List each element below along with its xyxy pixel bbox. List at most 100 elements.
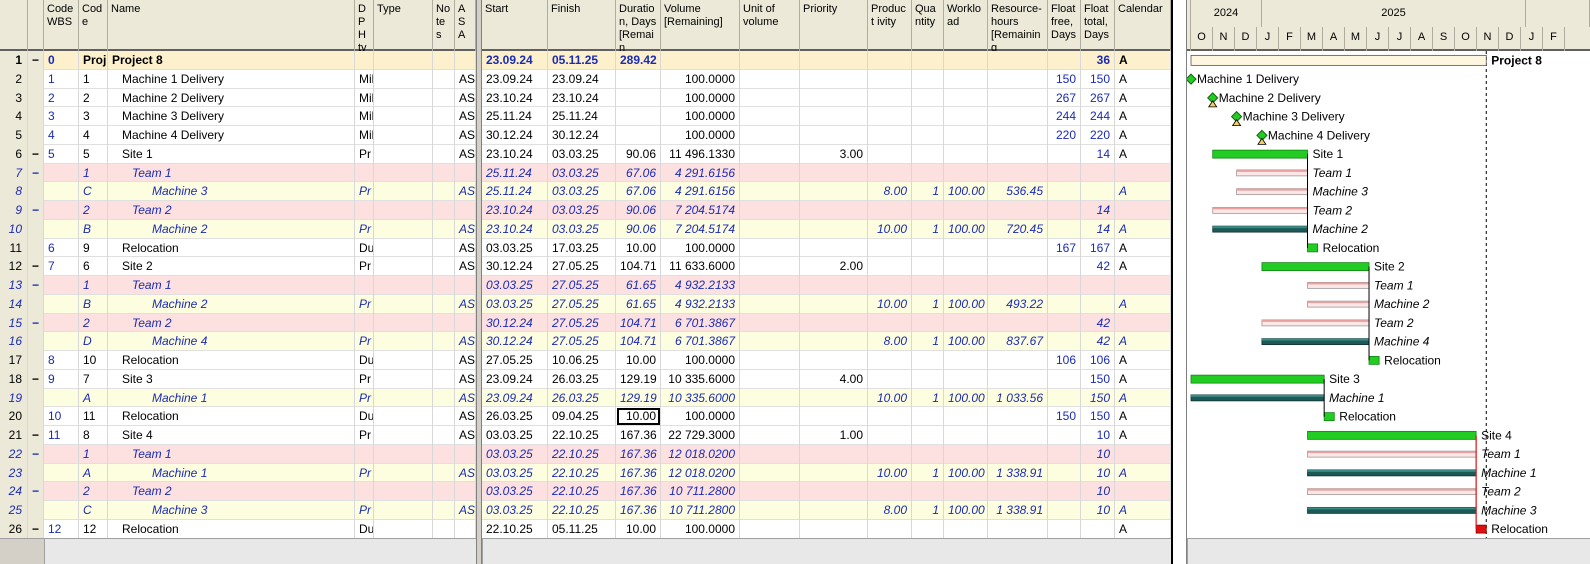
col-header-num[interactable]: [0, 0, 28, 51]
col-header-dp-type[interactable]: DP H ty: [355, 0, 374, 51]
cell-toggle[interactable]: −: [28, 313, 44, 333]
col-header-notes[interactable]: No te s: [433, 0, 455, 51]
milestone-diamond[interactable]: [1187, 73, 1197, 85]
col-header-toggle[interactable]: [28, 0, 44, 51]
col-header-productivity[interactable]: Product ivity: [868, 0, 912, 51]
table-row[interactable]: 22− 1 Team 1: [0, 444, 476, 464]
table-row[interactable]: 03.03.25 22.10.25 167.36 10 711.2800 8.00 1 10…: [482, 501, 1171, 520]
table-row[interactable]: 03.03.25 22.10.25 167.36 10 711.2800 10: [482, 482, 1171, 501]
table-row[interactable]: 23.10.24 03.03.25 90.06 7 204.5174 10.00 1 100…: [482, 219, 1171, 239]
cell-toggle[interactable]: −: [28, 444, 44, 464]
col-header-workload[interactable]: Worklo ad: [944, 0, 988, 51]
table-row[interactable]: 14 B Machine 2 Pr AS: [0, 294, 476, 314]
table-row[interactable]: 03.03.25 22.10.25 167.36 12 018.0200 10.00 1 1…: [482, 463, 1171, 483]
table-row[interactable]: 16 D Machine 4 Pr AS: [0, 332, 476, 351]
table-row[interactable]: 21−11 8 Site 4 Pr AS: [0, 426, 476, 445]
table-row[interactable]: 24− 2 Team 2: [0, 482, 476, 501]
table-row[interactable]: 23.09.24 26.03.25 129.19 10 335.6000 10.00 1 1…: [482, 388, 1171, 408]
col-header-start[interactable]: Start: [482, 0, 548, 51]
table-row[interactable]: 23.09.24 05.11.25 289.42 36 A: [482, 51, 1171, 70]
table-row[interactable]: 23.09.24 26.03.25 129.19 10 335.6000 4.00 150…: [482, 369, 1171, 389]
table-row[interactable]: 03.03.25 27.05.25 61.65 4 932.2133 10.00 1 100…: [482, 294, 1171, 314]
cell-toggle[interactable]: −: [28, 482, 44, 501]
cell-toggle[interactable]: −: [28, 276, 44, 295]
table-row[interactable]: 19 A Machine 1 Pr AS: [0, 388, 476, 408]
table-row[interactable]: 30.12.24 27.05.25 104.71 11 633.6000 2.00 42 A: [482, 257, 1171, 276]
gantt-bar[interactable]: [1261, 262, 1370, 272]
table-row[interactable]: 5 4 4 Machine 4 Delivery Mil AS: [0, 126, 476, 145]
table-row[interactable]: 4 3 3 Machine 3 Delivery Mil AS: [0, 107, 476, 126]
col-header-type[interactable]: Type: [374, 0, 433, 51]
table-row[interactable]: 03.03.25 22.10.25 167.36 22 729.3000 1.00 10 A: [482, 426, 1171, 445]
gantt-pane[interactable]: 20242025SONDJFMAMJJASONDJF Project 8 Mach…: [1187, 0, 1590, 564]
table-row[interactable]: 30.12.24 27.05.25 104.71 6 701.3867 8.00 1 100…: [482, 332, 1171, 351]
table-row[interactable]: 25.11.24 25.11.24 100.0000 244 244 A: [482, 107, 1171, 126]
col-header-float-total[interactable]: Float total, Days: [1081, 0, 1115, 51]
table-row[interactable]: 1−0 Proj Project 8: [0, 51, 476, 70]
col-header-volume[interactable]: Volume [Remaining]: [661, 0, 740, 51]
col-header-quantity[interactable]: Qua ntity: [912, 0, 944, 51]
table-row[interactable]: 23.10.24 03.03.25 90.06 7 204.5174 14: [482, 201, 1171, 220]
gantt-bar[interactable]: [1475, 524, 1487, 534]
table-row[interactable]: 03.03.25 27.05.25 61.65 4 932.2133: [482, 276, 1171, 295]
gantt-bar[interactable]: [1323, 412, 1335, 422]
table-row[interactable]: 25.11.24 03.03.25 67.06 4 291.6156 8.00 1 100.…: [482, 182, 1171, 201]
table-row[interactable]: 10 B Machine 2 Pr AS: [0, 219, 476, 239]
table-row[interactable]: 23.10.24 23.10.24 100.0000 267 267 A: [482, 88, 1171, 108]
table-row[interactable]: 18−9 7 Site 3 Pr AS: [0, 369, 476, 389]
table-row[interactable]: 23.09.24 23.09.24 100.0000 150 150 A: [482, 69, 1171, 89]
cell-toggle[interactable]: −: [28, 519, 44, 539]
cell-toggle[interactable]: −: [28, 163, 44, 183]
cell-toggle[interactable]: −: [28, 201, 44, 220]
table-row[interactable]: 2 1 1 Machine 1 Delivery Mil AS: [0, 69, 476, 89]
grid-pane-left[interactable]: Code WBS Cod e Name DP H ty Type No te sA S A…: [0, 0, 476, 564]
cell-toggle[interactable]: −: [28, 369, 44, 389]
table-row[interactable]: 9− 2 Team 2: [0, 201, 476, 220]
table-row[interactable]: 23.10.24 03.03.25 90.06 11 496.1330 3.00 14 A: [482, 144, 1171, 164]
col-header-asa[interactable]: A S A: [455, 0, 476, 51]
table-row[interactable]: 25.11.24 03.03.25 67.06 4 291.6156: [482, 163, 1171, 183]
col-header-unit[interactable]: Unit of volume: [740, 0, 800, 51]
gantt-bar[interactable]: [1368, 355, 1380, 365]
col-header-name[interactable]: Name: [108, 0, 355, 51]
table-row[interactable]: 8 C Machine 3 Pr AS: [0, 182, 476, 201]
table-row[interactable]: 25 C Machine 3 Pr AS: [0, 501, 476, 520]
table-row[interactable]: 6−5 5 Site 1 Pr AS: [0, 144, 476, 164]
table-row[interactable]: 17 8 10 Relocation Du AS: [0, 351, 476, 370]
table-row[interactable]: 3 2 2 Machine 2 Delivery Mil AS: [0, 88, 476, 108]
table-row[interactable]: 26.03.25 09.04.25 10.00 100.0000 150 150 A: [482, 407, 1171, 426]
gantt-bar[interactable]: [1212, 149, 1308, 159]
table-row[interactable]: 22.10.25 05.11.25 10.00 100.0000 A: [482, 519, 1171, 539]
col-header-resource-hours[interactable]: Resource-hours [Remaining: [988, 0, 1048, 51]
gantt-bar[interactable]: [1307, 430, 1477, 440]
gantt-bar[interactable]: [1190, 374, 1325, 384]
table-row[interactable]: 03.03.25 17.03.25 10.00 100.0000 167 167 A: [482, 238, 1171, 258]
cell-toggle[interactable]: −: [28, 257, 44, 276]
table-row[interactable]: 27.05.25 10.06.25 10.00 100.0000 106 106 A: [482, 351, 1171, 370]
col-header-code-wbs[interactable]: Code WBS: [44, 0, 79, 51]
col-header-priority[interactable]: Priority: [800, 0, 868, 51]
table-row[interactable]: 23 A Machine 1 Pr AS: [0, 463, 476, 483]
table-row[interactable]: 30.12.24 30.12.24 100.0000 220 220 A: [482, 126, 1171, 145]
table-row[interactable]: 03.03.25 22.10.25 167.36 12 018.0200 10: [482, 444, 1171, 464]
table-row[interactable]: 13− 1 Team 1: [0, 276, 476, 295]
cell-toggle[interactable]: −: [28, 426, 44, 445]
table-row[interactable]: 26−12 12 Relocation Du: [0, 519, 476, 539]
col-header-finish[interactable]: Finish: [548, 0, 616, 51]
table-row[interactable]: 11 6 9 Relocation Du AS: [0, 238, 476, 258]
col-header-code[interactable]: Cod e: [79, 0, 108, 51]
splitter-gantt[interactable]: [1171, 0, 1187, 564]
left-scrollbar[interactable]: [0, 538, 476, 564]
grid-pane-right[interactable]: Start Finish Duratio n, Days [Remain Volume…: [482, 0, 1171, 564]
gantt-bar[interactable]: [1190, 54, 1487, 66]
gantt-scrollbar[interactable]: [1187, 538, 1590, 564]
gantt-bar[interactable]: [1307, 243, 1319, 253]
right-scrollbar[interactable]: [482, 538, 1171, 564]
col-header-float-free[interactable]: Float free, Days: [1048, 0, 1081, 51]
table-row[interactable]: 20 10 11 Relocation Du AS: [0, 407, 476, 426]
table-row[interactable]: 15− 2 Team 2: [0, 313, 476, 333]
table-row[interactable]: 12−7 6 Site 2 Pr AS: [0, 257, 476, 276]
cell-toggle[interactable]: −: [28, 144, 44, 164]
table-row[interactable]: 7− 1 Team 1: [0, 163, 476, 183]
cell-toggle[interactable]: −: [28, 51, 44, 70]
